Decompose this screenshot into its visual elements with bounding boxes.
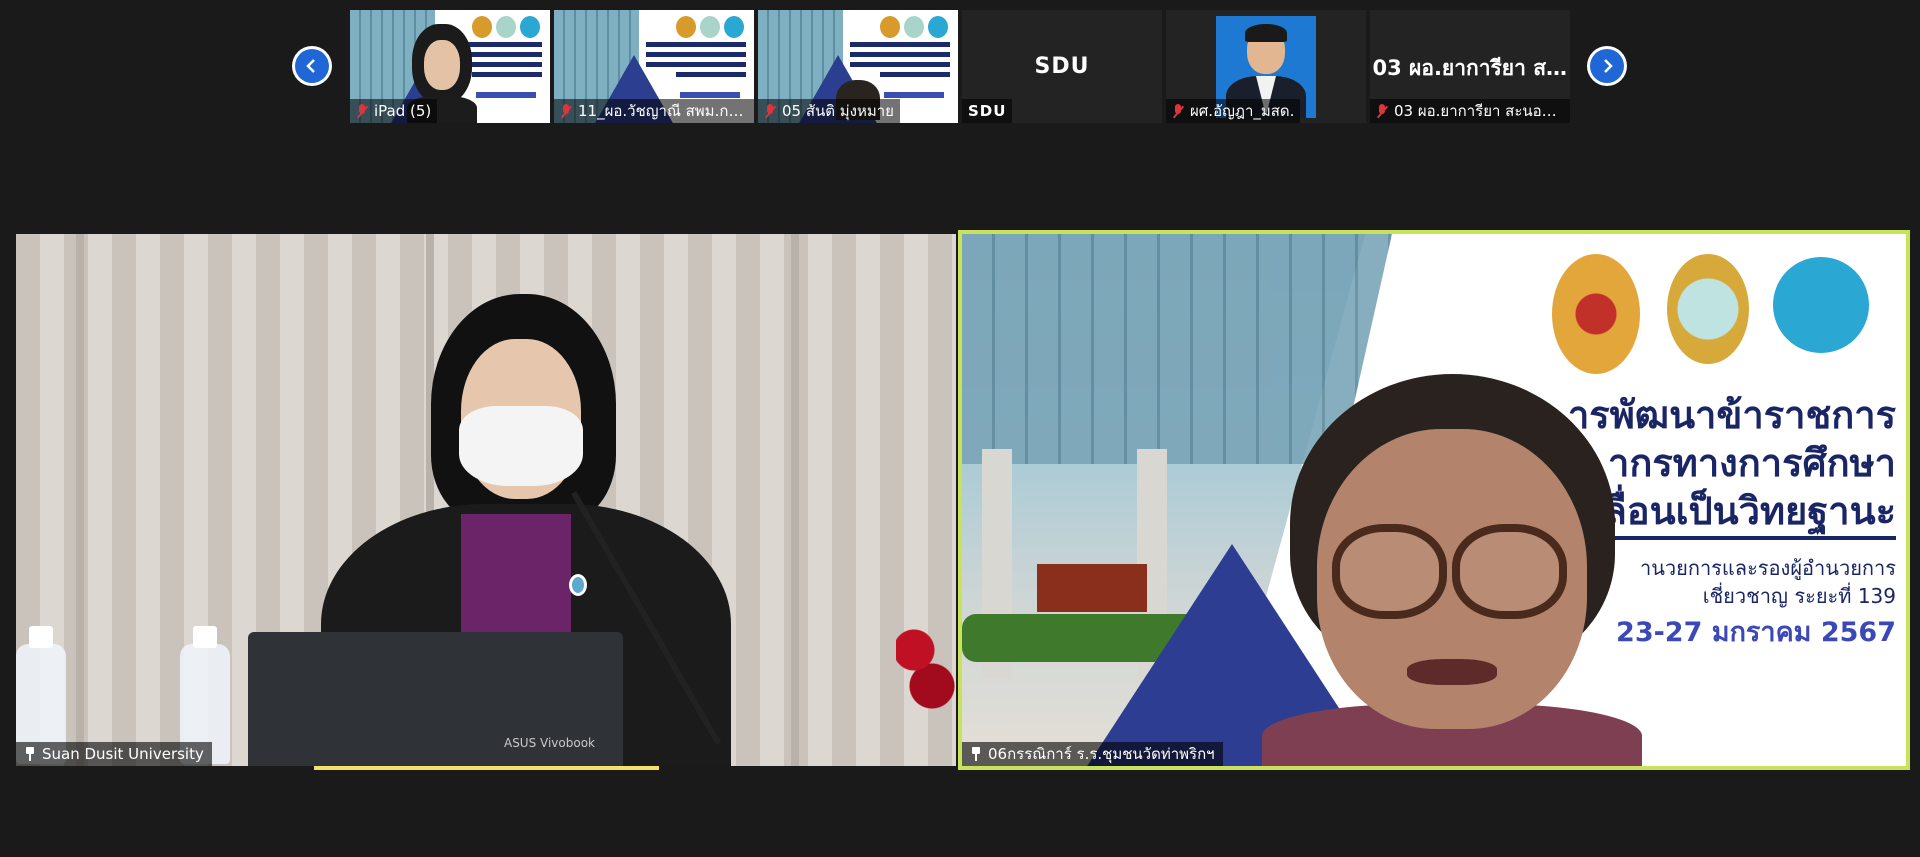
participant-tile[interactable]: iPad (5) <box>350 10 550 123</box>
eyeglasses <box>1332 524 1447 619</box>
video-tile-active-speaker[interactable]: ารพัฒนาข้าราชการ ากรทางการศึกษา ลื่อนเป็… <box>958 230 1910 770</box>
participant-name-label: 05 สันติ มุ่งหมาย <box>758 99 900 123</box>
video-tile-left[interactable]: ASUS Vivobook Suan Dusit University <box>16 234 956 766</box>
participant-name-label: 06กรรณิการ์ ร.ร.ชุมชนวัดท่าพริกฯ <box>962 742 1223 766</box>
mic-muted-icon <box>560 103 572 119</box>
laptop: ASUS Vivobook <box>248 632 623 766</box>
participant-name-label: 11_ผอ.วัชญาณี สพม.กา... <box>554 99 754 123</box>
participant-name-label: iPad (5) <box>350 99 438 123</box>
participant-tile[interactable]: 05 สันติ มุ่งหมาย <box>758 10 958 123</box>
mic-muted-icon <box>1376 103 1388 119</box>
participant-name-label: ผศ.อัญฎา_มสด. <box>1166 99 1301 123</box>
chevron-right-icon <box>1590 49 1624 83</box>
next-page-button[interactable] <box>1587 46 1627 86</box>
participant-tile[interactable]: SDU SDU <box>962 10 1162 123</box>
participant-tile[interactable]: ผศ.อัญฎา_มสด. <box>1166 10 1366 123</box>
meeting-window: iPad (5) 11_ผอ.วัชญาณี สพม.กา... 05 สันต… <box>0 0 1920 857</box>
participant-name-label: SDU <box>962 99 1013 123</box>
participant-tile[interactable]: 11_ผอ.วัชญาณี สพม.กา... <box>554 10 754 123</box>
mic-muted-icon <box>356 103 368 119</box>
emblem-logo <box>1552 254 1640 374</box>
pin-icon <box>24 747 36 761</box>
chevron-left-icon <box>295 49 329 83</box>
participant-name-center: 03 ผอ.ยาการียา ส... <box>1372 56 1568 80</box>
face-mask <box>459 406 583 486</box>
speaker-indicator-bar <box>314 766 659 770</box>
participant-name-label: Suan Dusit University <box>16 742 212 766</box>
previous-page-button[interactable] <box>292 46 332 86</box>
pin-icon <box>970 747 982 761</box>
participant-tile[interactable]: 03 ผอ.ยาการียา ส... 03 ผอ.ยาการียา สะนอพ… <box>1370 10 1570 123</box>
participant-strip: iPad (5) 11_ผอ.วัชญาณี สพม.กา... 05 สันต… <box>350 10 1570 123</box>
participant-name-center: SDU <box>1034 54 1090 79</box>
university-logo <box>1667 254 1749 364</box>
hcd-logo <box>1770 254 1872 356</box>
mic-muted-icon <box>1172 103 1184 119</box>
mic-muted-icon <box>764 103 776 119</box>
participant-name-label: 03 ผอ.ยาการียา สะนอพิท... <box>1370 99 1570 123</box>
